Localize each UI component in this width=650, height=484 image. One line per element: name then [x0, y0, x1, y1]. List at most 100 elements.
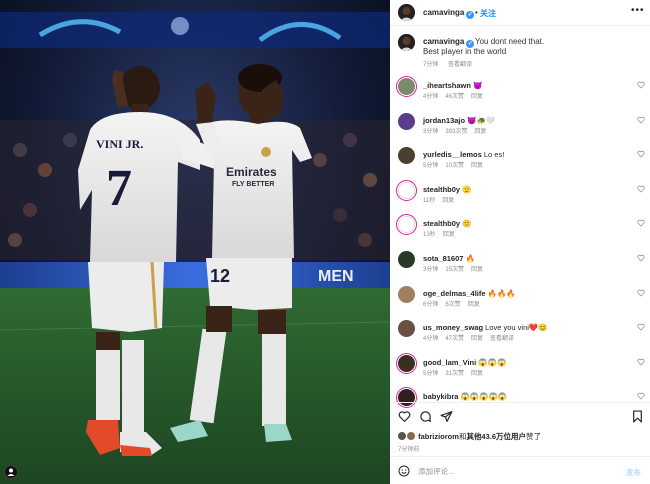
comment-like-count[interactable]: 46次赞: [445, 94, 464, 100]
post-header: camavinga ✓ • 关注 •••: [390, 0, 650, 26]
likes-others-link[interactable]: 其他43.6万位用户: [466, 432, 526, 441]
comment-text: Love you vini❤️😊: [485, 323, 548, 333]
commenter-username[interactable]: sota_81607: [423, 254, 463, 263]
comment-heart-icon[interactable]: [637, 150, 645, 158]
commenter-username[interactable]: stealthb0y: [423, 185, 460, 194]
follow-button[interactable]: 关注: [480, 8, 496, 19]
comment-like-count[interactable]: 15次赞: [445, 267, 464, 273]
comment-time: 13秒: [423, 232, 436, 239]
comment-icon[interactable]: [419, 410, 432, 423]
verified-badge-icon: ✓: [466, 11, 475, 19]
comment-item: _iheartshawn 😈 4分钟 46次赞 回复: [390, 76, 650, 108]
comment-text: 😱😱😱😱😱: [460, 392, 508, 402]
comment-time: 5分钟: [423, 163, 439, 170]
user-tag-icon[interactable]: [4, 465, 18, 479]
reply-button[interactable]: 回复: [471, 336, 483, 342]
comment-heart-icon[interactable]: [637, 289, 645, 297]
comment-heart-icon[interactable]: [637, 358, 645, 366]
likes-summary: fabriziorom和其他43.6万位用户赞了: [398, 431, 541, 442]
action-bar: [390, 402, 650, 430]
comment-text: 😈🐢🤍: [467, 115, 496, 125]
comment-meta: 13秒 回复: [423, 229, 462, 238]
caption-translate-link[interactable]: 查看翻译: [448, 62, 472, 68]
comment-meta: 4分钟 47次赞 回复 查看翻译: [423, 333, 521, 342]
posted-time: 7分钟前: [398, 447, 420, 453]
jersey-left-number: 7: [106, 160, 132, 217]
comment-item: yurledis__lemos Lo es! 5分钟 10次赞 回复: [390, 147, 650, 177]
reply-button[interactable]: 回复: [471, 371, 483, 377]
commenter-username[interactable]: jordan13ajo: [423, 116, 465, 125]
commenter-username[interactable]: oge_delmas_4life: [423, 289, 486, 298]
reply-button[interactable]: 回复: [474, 129, 486, 135]
post-photo: MEN VINI JR. 7 Emirates FLY BETTER 12: [0, 0, 390, 484]
commenter-avatar[interactable]: [398, 354, 415, 372]
add-comment-row: 发布: [390, 456, 650, 484]
separator-dot: •: [475, 8, 478, 17]
comment-text: 🫡: [462, 184, 472, 194]
comment-text: Lo es!: [483, 150, 505, 160]
commenter-username[interactable]: us_money_swag: [423, 323, 483, 332]
commenter-avatar[interactable]: [398, 320, 415, 338]
comment-meta: 11秒 回复: [423, 195, 461, 204]
jersey-left-name: VINI JR.: [96, 137, 143, 151]
reply-button[interactable]: 回复: [471, 163, 483, 169]
comment-heart-icon[interactable]: [637, 254, 645, 262]
jersey-right-sponsor2: FLY BETTER: [232, 181, 274, 188]
comment-heart-icon[interactable]: [637, 323, 645, 331]
emoji-icon[interactable]: [398, 465, 410, 477]
comment-item: oge_delmas_4life 🔥🔥🔥 6分钟 6次赞 回复: [390, 285, 650, 316]
comment-like-count[interactable]: 6次赞: [445, 302, 460, 308]
share-icon[interactable]: [440, 410, 453, 423]
author-username[interactable]: camavinga ✓: [423, 8, 475, 19]
comment-meta: 5分钟 10次赞 回复: [423, 160, 490, 169]
commenter-username[interactable]: stealthb0y: [423, 219, 460, 228]
add-comment-input[interactable]: [418, 464, 608, 478]
bookmark-icon[interactable]: [631, 410, 644, 423]
comment-heart-icon[interactable]: [637, 392, 645, 400]
commenter-avatar[interactable]: [398, 78, 415, 95]
comment-like-count[interactable]: 393次赞: [445, 129, 467, 135]
commenter-avatar[interactable]: [398, 112, 415, 130]
comment-item: sota_81607 🔥 3分钟 15次赞 回复: [390, 251, 650, 281]
comment-text-line: jordan13ajo 😈🐢🤍: [423, 116, 495, 125]
reply-button[interactable]: 回复: [442, 198, 454, 204]
comment-text-line: _iheartshawn 😈: [423, 81, 482, 90]
commenter-avatar[interactable]: [398, 251, 415, 268]
translate-link[interactable]: 查看翻译: [490, 336, 514, 342]
post-sidebar: camavinga ✓ • 关注 ••• camavinga ✓ You dont …: [390, 0, 650, 484]
post-comment-button[interactable]: 发布: [626, 467, 641, 478]
commenter-username[interactable]: good_lam_Vini: [423, 358, 476, 367]
comment-heart-icon[interactable]: [637, 219, 645, 227]
comment-heart-icon[interactable]: [637, 116, 645, 124]
comment-item: good_lam_Vini 😱😱😱 5分钟 31次赞 回复: [390, 352, 650, 385]
comment-text: 🔥: [465, 254, 475, 263]
comment-heart-icon[interactable]: [637, 185, 645, 193]
jersey-right-sponsor: Emirates: [226, 165, 277, 179]
football-celebration-image: MEN VINI JR. 7 Emirates FLY BETTER 12: [0, 0, 390, 484]
comment-like-count[interactable]: 47次赞: [445, 336, 464, 342]
comment-heart-icon[interactable]: [637, 81, 645, 89]
comment-like-count[interactable]: 31次赞: [445, 371, 464, 377]
commenter-username[interactable]: babykibra: [423, 392, 458, 401]
comment-text: 😈: [473, 81, 483, 90]
heart-icon[interactable]: [398, 410, 411, 423]
reply-button[interactable]: 回复: [471, 267, 483, 273]
caption-avatar[interactable]: [398, 34, 415, 51]
comment-meta: 3分钟 15次赞 回复: [423, 264, 490, 273]
comment-text-line: stealthb0y 🫡: [423, 185, 472, 194]
comment-like-count[interactable]: 10次赞: [445, 163, 464, 169]
reply-button[interactable]: 回复: [468, 302, 480, 308]
commenter-username[interactable]: _iheartshawn: [423, 81, 471, 90]
author-avatar[interactable]: [398, 4, 415, 21]
comment-text-line: stealthb0y 🙂: [423, 219, 472, 228]
reply-button[interactable]: 回复: [443, 232, 455, 238]
commenter-avatar[interactable]: [398, 147, 415, 165]
comment-time: 3分钟: [423, 128, 439, 135]
comment-time: 4分钟: [423, 336, 439, 343]
commenter-avatar[interactable]: [398, 181, 415, 199]
more-options-icon[interactable]: •••: [631, 5, 645, 16]
commenter-username[interactable]: yurledis__lemos: [423, 150, 482, 159]
liker-username[interactable]: fabriziorom: [418, 432, 459, 441]
commenter-avatar[interactable]: [398, 285, 415, 303]
reply-button[interactable]: 回复: [471, 94, 483, 100]
